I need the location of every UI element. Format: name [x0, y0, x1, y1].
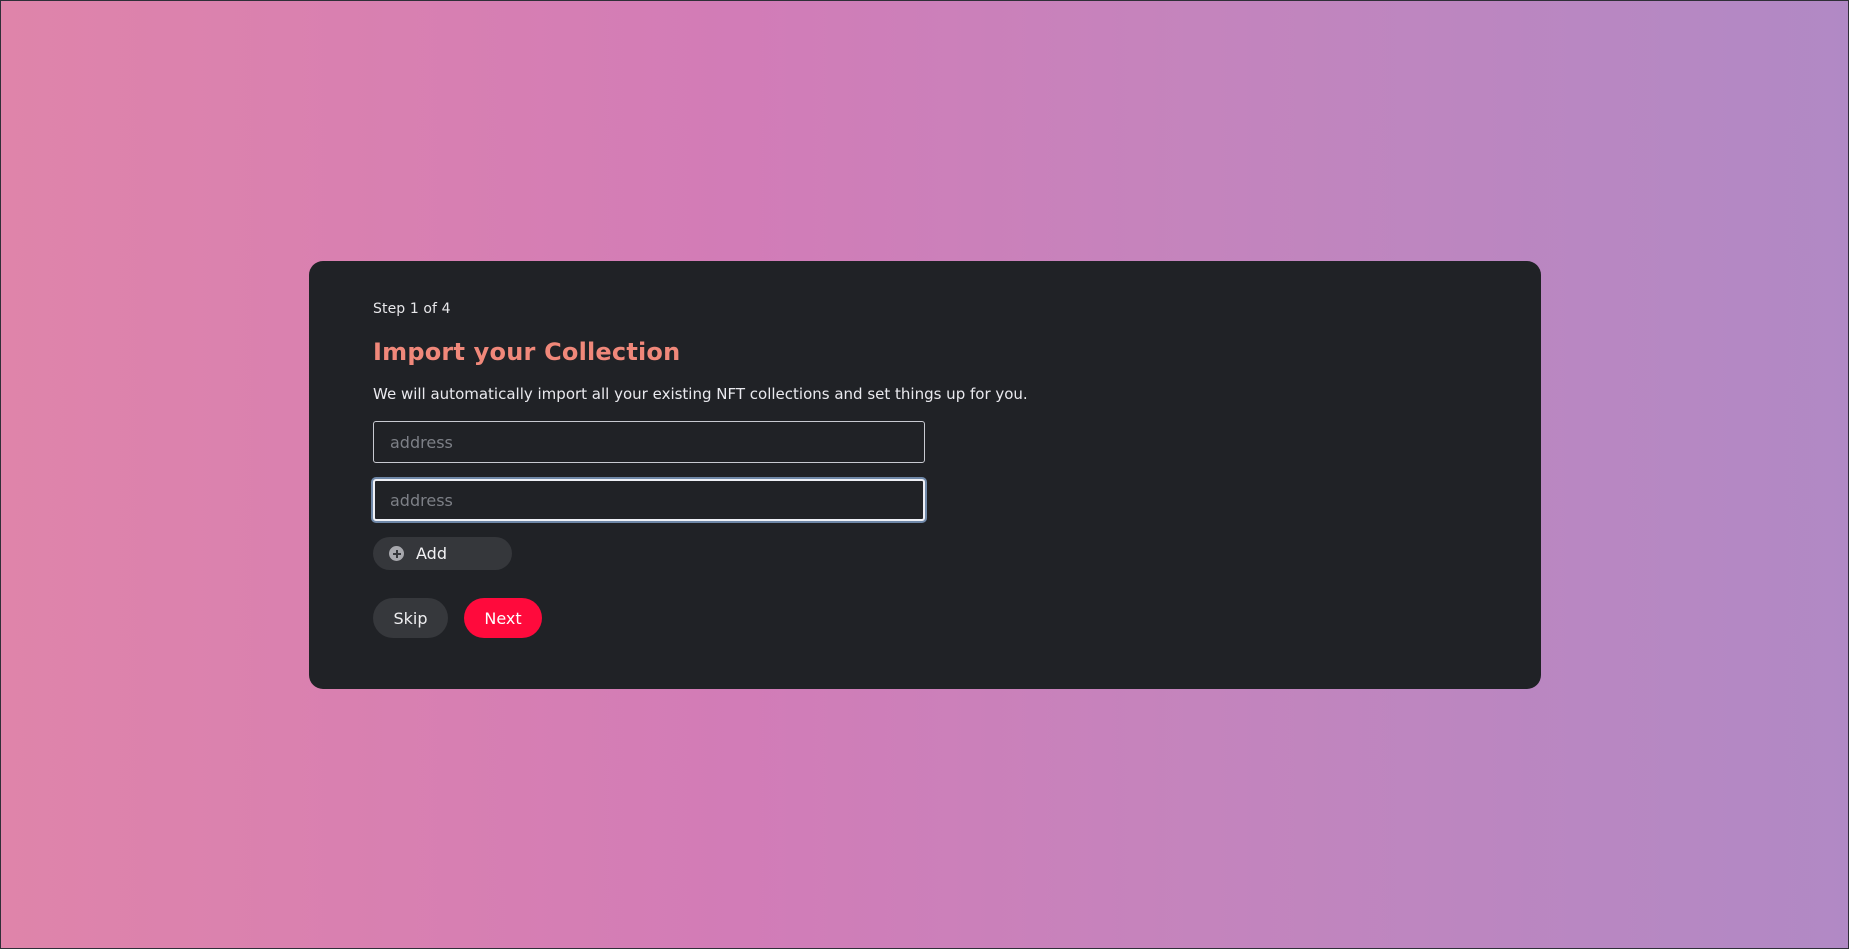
plus-circle-icon — [389, 546, 404, 561]
description-text: We will automatically import all your ex… — [373, 385, 1028, 403]
add-button-label: Add — [416, 544, 447, 563]
import-collection-card: Step 1 of 4 Import your Collection We wi… — [309, 261, 1541, 689]
address-input-2[interactable] — [373, 479, 925, 521]
step-indicator: Step 1 of 4 — [373, 301, 451, 317]
page-title: Import your Collection — [373, 338, 681, 366]
address-input-1[interactable] — [373, 421, 925, 463]
skip-button[interactable]: Skip — [373, 598, 448, 638]
next-button[interactable]: Next — [464, 598, 542, 638]
add-address-button[interactable]: Add — [373, 537, 512, 570]
